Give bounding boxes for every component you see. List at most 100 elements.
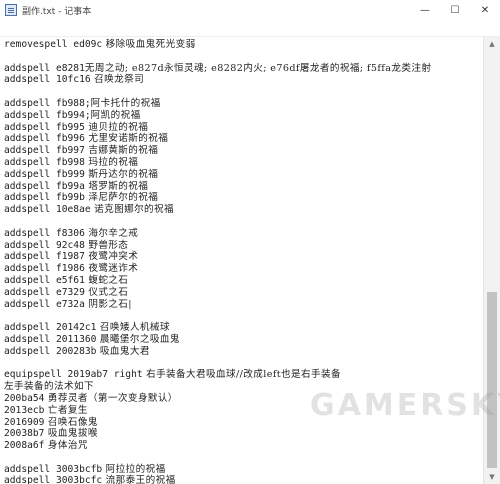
line-code: 20038b7 xyxy=(4,428,45,440)
text-line: addspell fb99b 泽尼萨尔的祝福 xyxy=(4,192,480,204)
line-code: 2008a6f xyxy=(4,440,45,452)
line-comment: 右手装备大君吸血球//改成left也是右手装备 xyxy=(142,369,341,381)
line-code: addspell fb988; xyxy=(4,97,91,109)
line-code: addspell fb994; xyxy=(4,109,91,121)
text-line: addspell fb99a 塔罗斯的祝福 xyxy=(4,181,480,193)
line-code: equipspell 2019ab7 right xyxy=(4,369,143,381)
notepad-icon xyxy=(5,4,17,16)
text-line: addspell e8281无周之动; e827d永恒灵魂; e8282内火; … xyxy=(4,63,480,75)
title-bar: 副作.txt - 记事本 — ☐ ✕ xyxy=(0,0,500,21)
line-code: 200ba54 xyxy=(4,392,45,404)
line-comment: 玛拉的祝福 xyxy=(84,156,139,168)
line-comment: 诺克图娜尔的祝福 xyxy=(90,204,175,216)
text-line: 2008a6f 身体治咒 xyxy=(4,440,480,452)
line-code: removespell ed09c xyxy=(4,39,103,50)
text-line xyxy=(4,216,480,228)
line-code: addspell fb999 xyxy=(4,168,85,180)
line-comment: 塔罗斯的祝福 xyxy=(84,180,149,192)
line-comment: 召唤石像鬼 xyxy=(44,416,98,428)
text-line: addspell 3003bcfb 阿拉拉的祝福 xyxy=(4,464,480,476)
line-comment: 召唤龙祭司 xyxy=(90,74,145,86)
text-line: addspell e7329 仪式之石 xyxy=(4,287,480,299)
scrollbar-thumb[interactable] xyxy=(487,292,497,468)
line-comment: 吸血鬼拔喉 xyxy=(44,428,98,440)
window-controls: — ☐ ✕ xyxy=(410,0,500,20)
scroll-down-arrow-icon[interactable]: ▼ xyxy=(484,470,500,484)
gamersky-watermark: GAMERSKY xyxy=(310,388,500,423)
text-line: addspell f1986 夜鹭迷诈术 xyxy=(4,263,480,275)
line-comment: 斯丹达尔的祝福 xyxy=(84,168,159,180)
line-comment: 移除吸血鬼死光变弱 xyxy=(102,39,196,50)
line-comment: 泽尼萨尔的祝福 xyxy=(84,192,159,204)
line-comment: 吉娜黄斯的祝福 xyxy=(84,145,159,157)
text-line: addspell fb994;阿凯的祝福 xyxy=(4,110,480,122)
line-comment: 身体治咒 xyxy=(44,440,88,452)
line-code: addspell fb99a xyxy=(4,180,85,192)
line-comment: 尤里安诺斯的祝福 xyxy=(84,133,169,145)
text-line: addspell e5f61 蝮蛇之石 xyxy=(4,275,480,287)
minimize-button[interactable]: — xyxy=(410,0,440,20)
text-line: 20038b7 吸血鬼拔喉 xyxy=(4,428,480,440)
close-button[interactable]: ✕ xyxy=(470,0,500,20)
line-code: addspell 10e8ae xyxy=(4,204,91,216)
line-code: addspell 20142c1 xyxy=(4,322,97,334)
line-comment: 晨曦堡尔之吸血鬼 xyxy=(96,333,180,345)
text-line: addspell 20142c1 召唤矮人机械球 xyxy=(4,322,480,334)
text-line: addspell fb999 斯丹达尔的祝福 xyxy=(4,169,480,181)
line-code: addspell fb997 xyxy=(4,145,85,157)
text-line: addspell 2011360 晨曦堡尔之吸血鬼 xyxy=(4,334,480,346)
line-comment: 阴影之石| xyxy=(84,298,132,310)
text-line: removespell ed09c 移除吸血鬼死光变弱 xyxy=(4,39,480,51)
line-comment: 野兽形态 xyxy=(84,239,129,251)
text-line: addspell fb998 玛拉的祝福 xyxy=(4,157,480,169)
menu-bar xyxy=(0,20,500,37)
line-code: addspell 200283b xyxy=(4,345,97,357)
text-line: addspell 10e8ae 诺克图娜尔的祝福 xyxy=(4,204,480,216)
line-code: addspell 2011360 xyxy=(4,333,97,345)
text-line xyxy=(4,452,480,464)
line-code: addspell f1987 xyxy=(4,251,85,263)
maximize-button[interactable]: ☐ xyxy=(440,0,470,20)
line-code: addspell 3003bcfc xyxy=(4,475,103,484)
line-comment: 召唤矮人机械球 xyxy=(96,322,170,334)
line-comment: 阿凯的祝福 xyxy=(90,109,141,121)
line-code: addspell fb995 xyxy=(4,121,85,133)
text-line: addspell f1987 夜鹭冲突术 xyxy=(4,251,480,263)
text-line xyxy=(4,310,480,322)
line-comment: 夜鹭迷诈术 xyxy=(84,263,139,275)
line-comment: 迪贝拉的祝福 xyxy=(84,121,149,133)
text-line: addspell 3003bcfc 流那泰王的祝福 xyxy=(4,475,480,484)
text-line: addspell f8306 海尔辛之戒 xyxy=(4,228,480,240)
line-code: addspell 3003bcfb xyxy=(4,463,103,475)
text-line xyxy=(4,358,480,370)
line-comment: 阿拉拉的祝福 xyxy=(102,463,166,475)
line-comment: 无周之动; e827d永恒灵魂; e8282内火; e76df屠龙者的祝福; f… xyxy=(84,62,432,74)
line-code: addspell fb998 xyxy=(4,156,85,168)
line-code: addspell fb99b xyxy=(4,192,85,204)
scroll-up-arrow-icon[interactable]: ▲ xyxy=(484,37,500,51)
line-code: addspell f8306 xyxy=(4,227,85,239)
line-code: addspell fb996 xyxy=(4,133,85,145)
text-line: addspell fb995 迪贝拉的祝福 xyxy=(4,122,480,134)
line-comment: 仪式之石 xyxy=(84,286,129,298)
text-line: equipspell 2019ab7 right 右手装备大君吸血球//改成le… xyxy=(4,369,480,381)
line-code: 2013ecb xyxy=(4,404,45,416)
text-line xyxy=(4,86,480,98)
line-comment: 亡者复生 xyxy=(44,404,88,416)
text-line: addspell e732a 阴影之石| xyxy=(4,299,480,311)
text-line: addspell 200283b 吸血鬼大君 xyxy=(4,346,480,358)
line-code: addspell e732a xyxy=(4,298,85,310)
line-code: addspell e7329 xyxy=(4,286,85,298)
line-comment: 流那泰王的祝福 xyxy=(102,475,176,484)
line-code: addspell e5f61 xyxy=(4,274,85,286)
line-comment: 勇荐灵者（第一次变身默认） xyxy=(44,392,178,404)
line-code: addspell f1986 xyxy=(4,263,85,275)
line-comment: 吸血鬼大君 xyxy=(96,345,150,357)
line-code: addspell e8281 xyxy=(4,62,85,74)
window-title: 副作.txt - 记事本 xyxy=(22,6,92,17)
text-line: addspell 92c48 野兽形态 xyxy=(4,240,480,252)
text-line: addspell 10fc16 召唤龙祭司 xyxy=(4,74,480,86)
line-comment: 海尔辛之戒 xyxy=(84,227,139,239)
line-comment: 夜鹭冲突术 xyxy=(84,251,139,263)
line-comment: 左手装备的法术如下 xyxy=(4,381,94,393)
